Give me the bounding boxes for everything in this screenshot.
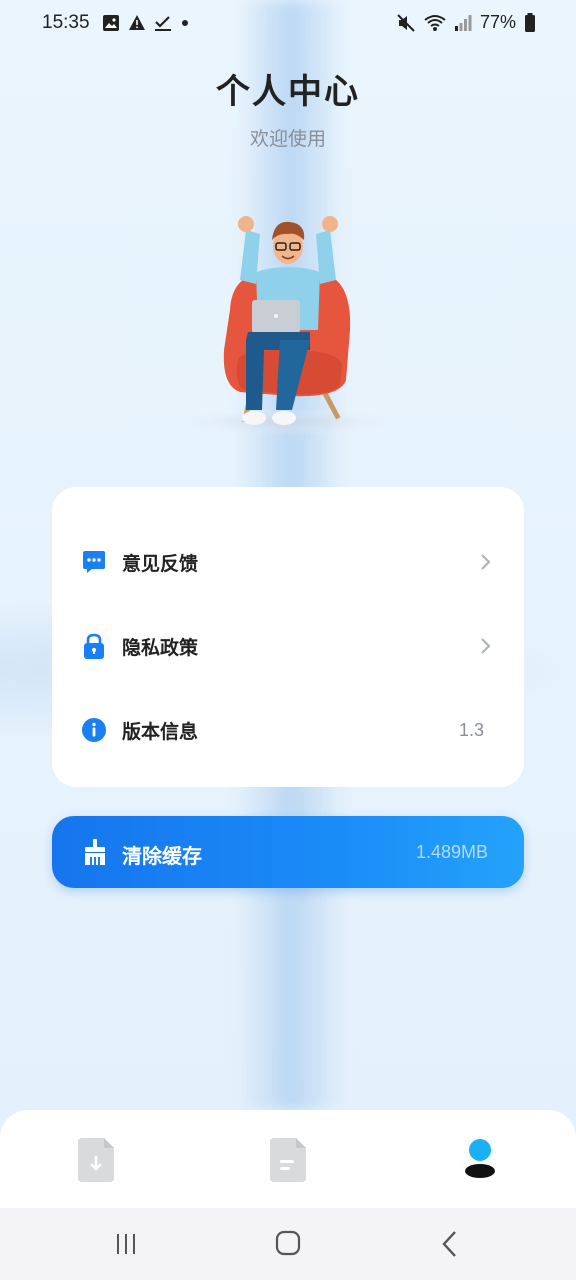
- menu-item-label: 意见反馈: [122, 552, 199, 575]
- cache-size: 1.489MB: [415, 842, 488, 862]
- battery-percent: 77%: [479, 12, 516, 32]
- signal-icon: [454, 14, 472, 31]
- user-icon: [465, 1139, 495, 1178]
- status-time: 15:35: [42, 12, 90, 33]
- clear-cache-label: 清除缓存: [122, 844, 202, 868]
- home-icon[interactable]: [268, 1228, 308, 1260]
- tab-profile[interactable]: [452, 1134, 508, 1190]
- dot-icon: [182, 20, 188, 26]
- mute-icon: [397, 13, 415, 32]
- file-download-icon: [78, 1138, 114, 1182]
- status-system-icons: 77%: [396, 12, 536, 33]
- battery-icon: [525, 12, 535, 32]
- bottom-tab-bar: [0, 1110, 576, 1210]
- chevron-right-icon: [481, 638, 491, 654]
- status-bar: 15:35 77%: [0, 0, 576, 48]
- settings-card: 意见反馈 隐私政策 版本信息 1.3: [52, 487, 524, 787]
- task-done-icon: [155, 16, 171, 31]
- chevron-right-icon: [481, 554, 491, 570]
- warning-icon: [129, 15, 145, 30]
- clear-cache-button[interactable]: 清除缓存 1.489MB: [52, 816, 524, 888]
- wifi-icon: [424, 14, 446, 31]
- gallery-icon: [103, 15, 119, 31]
- broom-icon: [85, 839, 105, 865]
- version-value: 1.3: [458, 719, 484, 740]
- tab-downloads[interactable]: [68, 1134, 124, 1190]
- menu-item-privacy[interactable]: 隐私政策: [52, 616, 524, 676]
- status-notification-icons: [102, 14, 190, 32]
- page-title: 个人中心: [216, 72, 360, 112]
- user-illustration: [168, 216, 408, 436]
- system-nav-bar: [0, 1208, 576, 1280]
- menu-item-feedback[interactable]: 意见反馈: [52, 532, 524, 592]
- back-icon[interactable]: [430, 1228, 470, 1260]
- page-subtitle: 欢迎使用: [249, 128, 326, 150]
- recent-apps-icon[interactable]: [106, 1228, 146, 1260]
- info-icon: [82, 718, 106, 742]
- menu-item-label: 隐私政策: [122, 636, 199, 659]
- chat-bubble-icon: [83, 551, 105, 573]
- menu-item-label: 版本信息: [122, 720, 199, 743]
- tab-documents[interactable]: [260, 1134, 316, 1190]
- document-icon: [270, 1138, 306, 1182]
- menu-item-version[interactable]: 版本信息 1.3: [52, 700, 524, 760]
- lock-icon: [84, 633, 104, 659]
